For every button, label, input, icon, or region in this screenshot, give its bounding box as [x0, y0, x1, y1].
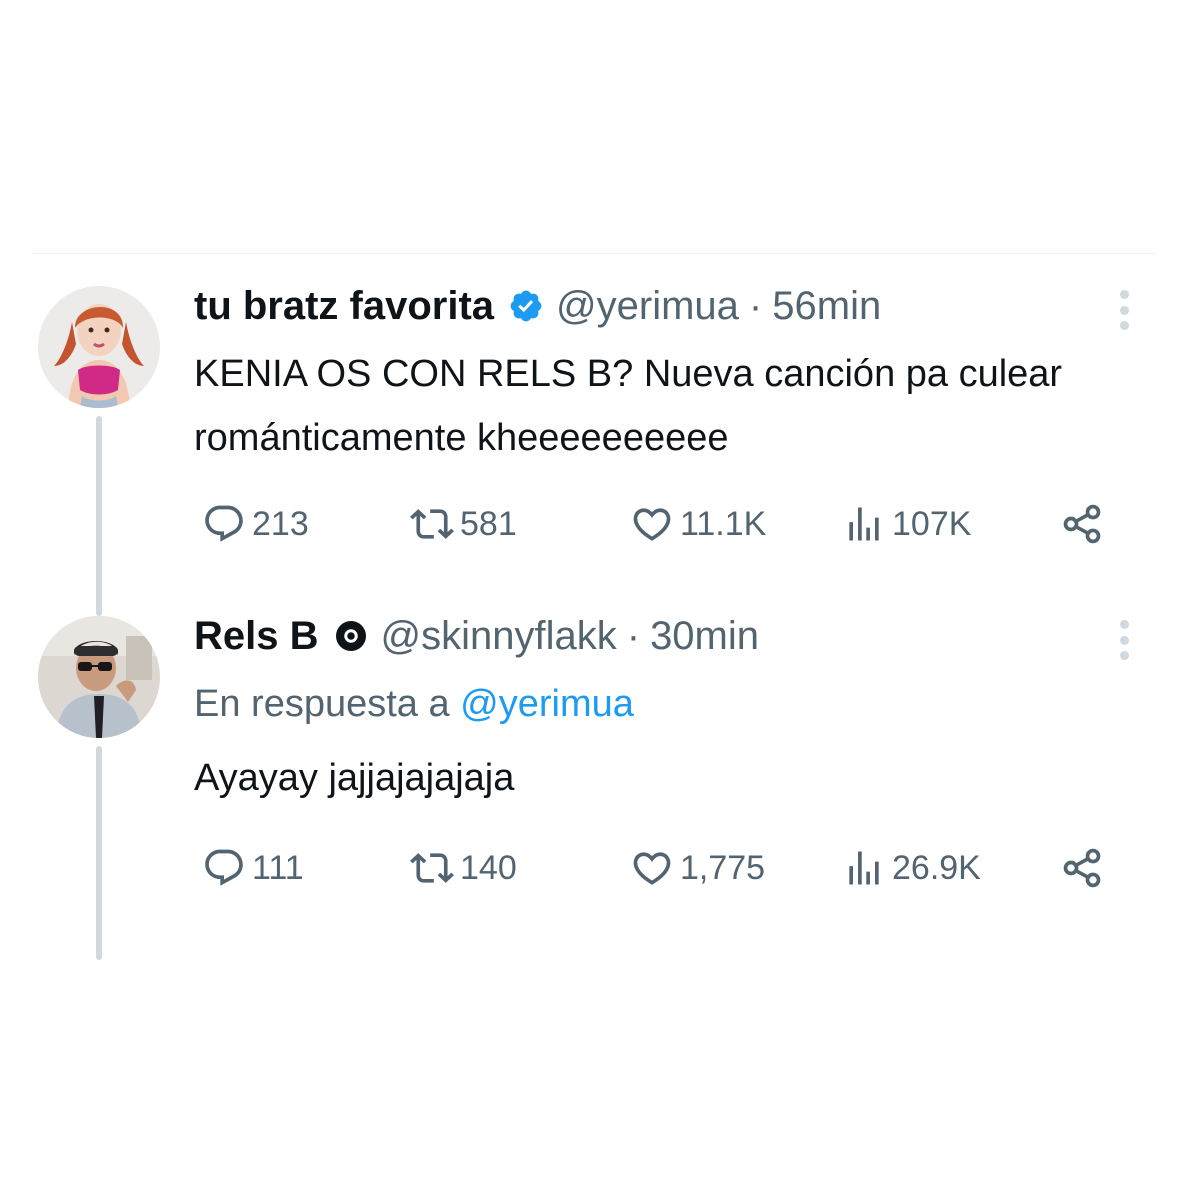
reply-button[interactable]: 213 — [202, 496, 309, 552]
avatar-image — [38, 616, 160, 738]
share-icon — [1063, 504, 1101, 544]
reply-icon — [205, 505, 243, 542]
avatar[interactable] — [38, 286, 160, 408]
tweet-actions: 213 581 11.1K 107K — [194, 496, 1114, 552]
tweet-text: Ayayay jajjajajajaja — [194, 757, 515, 799]
reply-button[interactable]: 111 — [202, 840, 304, 896]
verified-badge-icon — [508, 288, 544, 324]
tweet-text: KENIA OS CON RELS B? Nueva canción pa cu… — [194, 353, 1063, 459]
like-button[interactable]: 11.1K — [630, 496, 766, 552]
avatar[interactable] — [38, 616, 160, 738]
reply-count: 111 — [252, 848, 304, 887]
display-name[interactable]: tu bratz favorita — [194, 282, 494, 330]
views-icon — [849, 851, 879, 885]
reply-count: 213 — [252, 504, 309, 543]
verified-badge-icon — [333, 618, 369, 654]
retweet-button[interactable]: 140 — [410, 840, 517, 896]
separator-dot: · — [626, 614, 641, 658]
views-button[interactable]: 107K — [842, 496, 971, 552]
thread-connector-line — [96, 416, 102, 616]
views-count: 26.9K — [892, 848, 981, 887]
user-handle[interactable]: @skinnyflakk — [381, 612, 617, 660]
retweet-icon — [410, 509, 454, 539]
timestamp[interactable]: 56min — [772, 282, 881, 330]
timestamp[interactable]: 30min — [650, 612, 759, 660]
top-divider — [32, 253, 1156, 254]
like-icon — [633, 508, 671, 541]
retweet-icon — [410, 853, 454, 883]
share-button[interactable] — [1060, 840, 1104, 896]
reply-to-mention[interactable]: @yerimua — [460, 683, 634, 725]
display-name[interactable]: Rels B — [194, 612, 319, 660]
thread-connector-line — [96, 746, 102, 960]
tweet-header: Rels B @skinnyflakk · 30min — [194, 612, 759, 660]
like-count: 1,775 — [680, 848, 766, 887]
share-button[interactable] — [1060, 496, 1104, 552]
avatar-image — [38, 286, 160, 408]
retweet-count: 581 — [460, 504, 517, 543]
views-count: 107K — [892, 504, 972, 543]
like-button[interactable]: 1,775 — [630, 840, 765, 896]
like-icon — [633, 852, 671, 885]
reply-icon — [205, 849, 243, 886]
views-icon — [849, 507, 879, 541]
separator-dot: · — [748, 284, 763, 328]
share-icon — [1063, 848, 1101, 888]
reply-context: En respuesta a @yerimua — [194, 674, 634, 734]
views-button[interactable]: 26.9K — [842, 840, 981, 896]
tweet-header: tu bratz favorita @yerimua · 56min — [194, 282, 881, 330]
reply-to-prefix: En respuesta a — [194, 683, 450, 725]
retweet-button[interactable]: 581 — [410, 496, 517, 552]
retweet-count: 140 — [460, 848, 517, 887]
user-handle[interactable]: @yerimua — [556, 282, 739, 330]
more-options-icon[interactable] — [1114, 616, 1134, 664]
tweet-actions: 111 140 1,775 26.9K — [194, 840, 1114, 896]
like-count: 11.1K — [680, 504, 767, 543]
more-options-icon[interactable] — [1114, 286, 1134, 334]
